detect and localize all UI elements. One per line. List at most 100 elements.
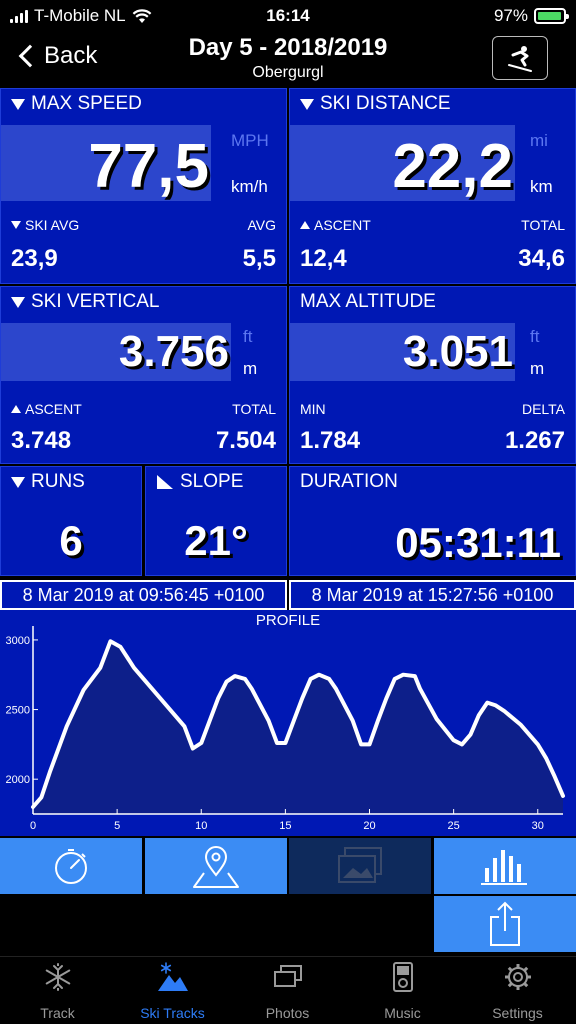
ski-avg-label: SKI AVG: [11, 217, 79, 233]
tab-label: Ski Tracks: [140, 1005, 205, 1021]
status-bar: T-Mobile NL 16:14 97%: [0, 0, 576, 32]
y-tick-label: 2500: [6, 705, 30, 717]
x-tick-label: 0: [30, 820, 36, 832]
ski-distance-title: SKI DISTANCE: [300, 93, 451, 115]
skier-button[interactable]: [492, 36, 548, 80]
runs-panel[interactable]: RUNS 6: [0, 466, 142, 576]
ipod-icon: [392, 962, 413, 992]
min-value: 1.784: [300, 427, 361, 454]
ski-vertical-value: 3.756: [118, 327, 229, 376]
battery-percent: 97%: [493, 6, 528, 25]
x-tick-label: 15: [279, 820, 291, 832]
tab-label: Music: [384, 1005, 421, 1021]
triangle-down-icon: [11, 296, 25, 308]
runs-title: RUNS: [11, 471, 85, 493]
triangle-down-icon: [11, 98, 25, 110]
ski-vertical-title: SKI VERTICAL: [11, 291, 159, 313]
ski-distance-panel[interactable]: SKI DISTANCE 22,2 mi km ASCENT TOTAL 12,…: [289, 88, 576, 284]
triangle-down-icon: [300, 98, 314, 110]
tab-label: Track: [40, 1005, 75, 1021]
ski-distance-unit[interactable]: km: [530, 177, 553, 197]
start-date: 8 Mar 2019 at 09:56:45 +0100: [0, 580, 287, 610]
snowflake-icon: [45, 963, 70, 991]
profile-chart[interactable]: PROFILE 2000 2500 3000 0 5 10 15 20 25 30: [0, 610, 576, 836]
ski-avg-value: 23,9: [11, 245, 58, 272]
share-icon: [490, 901, 520, 946]
max-speed-unit[interactable]: km/h: [231, 177, 268, 197]
max-altitude-alt-unit[interactable]: ft: [530, 327, 539, 347]
ski-vertical-value-box: 3.756: [1, 323, 231, 381]
ski-vertical-panel[interactable]: SKI VERTICAL 3.756 ft m ASCENT TOTAL 3.7…: [0, 286, 287, 464]
max-altitude-panel[interactable]: MAX ALTITUDE 3.051 ft m MIN DELTA 1.784 …: [289, 286, 576, 464]
ski-vertical-alt-unit[interactable]: ft: [243, 327, 252, 347]
ski-distance-value: 22,2: [392, 132, 513, 201]
max-speed-title: MAX SPEED: [11, 93, 142, 115]
end-date: 8 Mar 2019 at 15:27:56 +0100: [289, 580, 576, 610]
tab-music[interactable]: Music: [345, 957, 460, 1024]
profile-area: [33, 641, 563, 814]
chart-button[interactable]: [434, 838, 576, 894]
tab-label: Settings: [492, 1005, 543, 1021]
triangle-up-icon: [300, 221, 310, 229]
duration-panel[interactable]: DURATION 05:31:11: [289, 466, 576, 576]
min-label: MIN: [300, 401, 326, 417]
avg-value: 5,5: [242, 245, 276, 272]
duration-value: 05:31:11: [395, 519, 561, 566]
bar-chart-icon: [481, 850, 527, 885]
delta-value: 1.267: [504, 427, 565, 454]
tab-settings[interactable]: Settings: [460, 957, 575, 1024]
total-label: TOTAL: [232, 401, 276, 417]
x-tick-label: 10: [195, 820, 207, 832]
ascent-label: ASCENT: [11, 401, 82, 417]
gear-icon: [504, 964, 531, 990]
skier-icon: [508, 46, 532, 72]
battery-icon: [534, 8, 569, 24]
max-altitude-title: MAX ALTITUDE: [300, 291, 436, 312]
tab-bar: Track Ski Tracks Photos Music Settings: [0, 956, 576, 1024]
photos-icon: [338, 847, 382, 883]
max-speed-alt-unit[interactable]: MPH: [231, 131, 269, 151]
triangle-down-icon: [11, 476, 25, 488]
x-tick-label: 20: [363, 820, 375, 832]
slope-value: 21°: [184, 517, 248, 564]
page-title: Day 5 - 2018/2019: [188, 34, 388, 61]
stopwatch-button[interactable]: [0, 838, 142, 894]
profile-chart-svg: 2000 2500 3000 0 5 10 15 20 25 30: [6, 626, 565, 832]
total-value: 7.504: [215, 427, 276, 454]
avg-label: AVG: [247, 217, 276, 233]
ski-distance-alt-unit[interactable]: mi: [530, 131, 548, 151]
y-tick-label: 3000: [6, 635, 30, 647]
runs-value: 6: [59, 517, 83, 564]
slope-title: SLOPE: [156, 471, 243, 493]
tab-photos[interactable]: Photos: [230, 957, 345, 1024]
max-speed-value: 77,5: [88, 132, 209, 201]
tab-track[interactable]: Track: [0, 957, 115, 1024]
x-tick-label: 30: [532, 820, 544, 832]
max-altitude-value: 3.051: [402, 327, 513, 376]
map-pin-icon: [193, 846, 239, 888]
stopwatch-icon: [55, 849, 87, 884]
max-altitude-unit[interactable]: m: [530, 359, 544, 379]
ascent-label: ASCENT: [300, 217, 371, 233]
total-value: 34,6: [518, 245, 565, 272]
triangle-up-icon: [11, 405, 21, 413]
x-tick-label: 5: [114, 820, 120, 832]
max-altitude-value-box: 3.051: [290, 323, 515, 381]
duration-title: DURATION: [300, 471, 398, 492]
ski-distance-value-box: 22,2: [290, 125, 515, 201]
ski-vertical-unit[interactable]: m: [243, 359, 257, 379]
triangle-down-icon: [11, 221, 21, 229]
tab-ski-tracks[interactable]: Ski Tracks: [115, 957, 230, 1024]
photos-icon: [273, 965, 302, 987]
nav-bar: Back Day 5 - 2018/2019 Obergurgl: [0, 32, 576, 88]
max-speed-panel[interactable]: MAX SPEED 77,5 MPH km/h SKI AVG AVG 23,9…: [0, 88, 287, 284]
mountain-snowflake-icon: [157, 962, 188, 991]
tab-label: Photos: [265, 1005, 310, 1021]
ascent-value: 12,4: [300, 245, 347, 272]
y-tick-label: 2000: [6, 774, 30, 786]
x-tick-label: 25: [448, 820, 460, 832]
slope-panel[interactable]: SLOPE 21°: [145, 466, 287, 576]
map-button[interactable]: [145, 838, 287, 894]
share-button[interactable]: [434, 896, 576, 952]
photos-button[interactable]: [289, 838, 431, 894]
